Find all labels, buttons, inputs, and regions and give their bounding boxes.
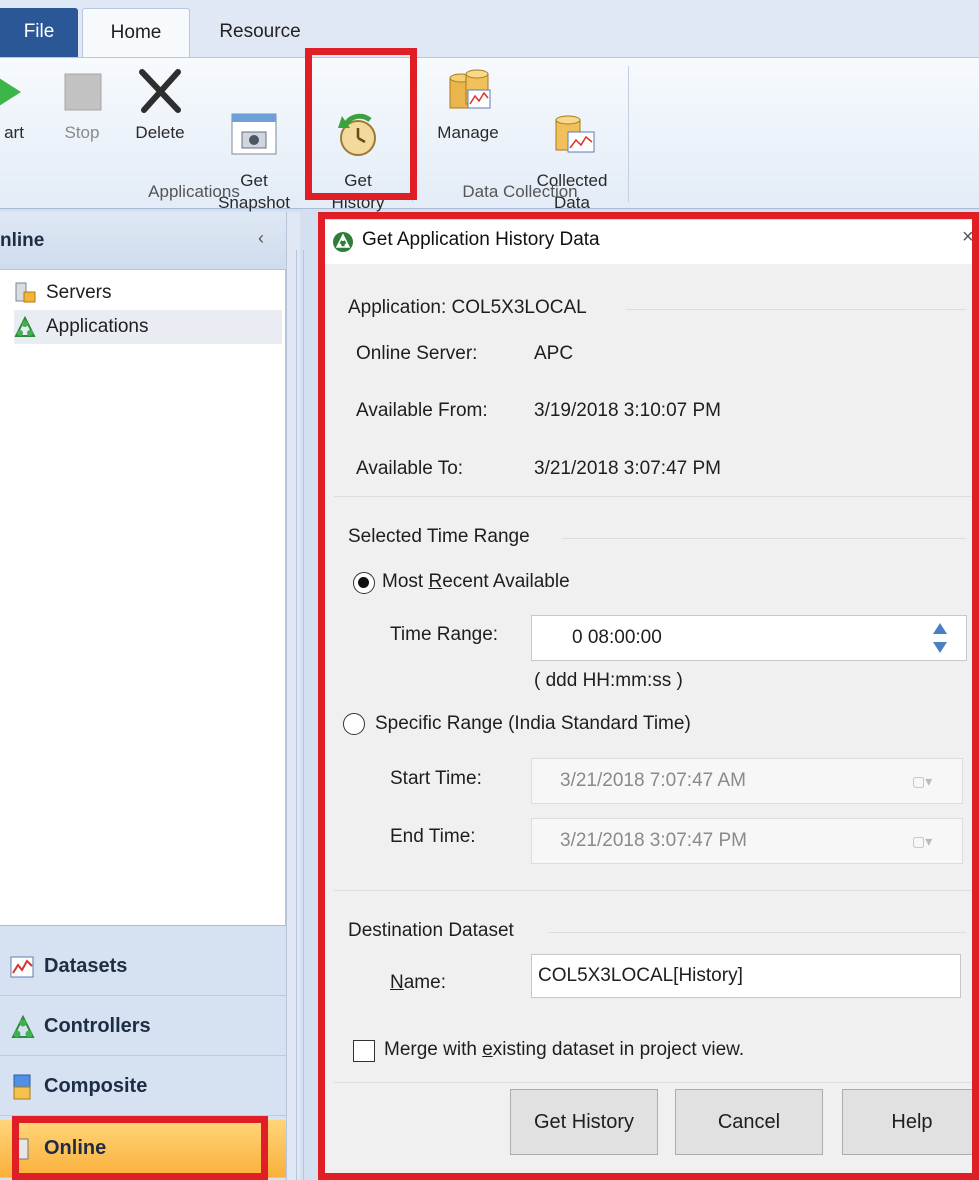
composite-icon: [10, 1073, 36, 1101]
tab-resource[interactable]: Resource: [200, 8, 320, 58]
group-divider: [562, 538, 966, 539]
applications-icon: [14, 315, 36, 338]
time-range-spinner[interactable]: [928, 620, 952, 656]
most-recent-accel: R: [428, 571, 443, 592]
available-to-label: Available To:: [356, 458, 464, 479]
start-button[interactable]: art: [0, 64, 34, 144]
dialog-title: Get Application History Data: [362, 229, 600, 250]
delete-button[interactable]: Delete: [122, 64, 198, 144]
tab-file[interactable]: File: [0, 8, 78, 58]
delete-x-icon: [134, 64, 186, 116]
merge-text: Merge with: [384, 1039, 483, 1060]
start-button-label: art: [4, 123, 24, 142]
start-time-picker[interactable]: 3/21/2018 7:07:47 AM: [531, 758, 963, 804]
most-recent-label[interactable]: Most Recent Available: [382, 571, 570, 593]
tree-item-applications[interactable]: Applications: [14, 310, 282, 344]
time-range-label: Time Range:: [390, 624, 499, 645]
group-divider: [548, 932, 966, 933]
ribbon-panel: art Stop Delete Get Snapshot Get History…: [0, 57, 979, 212]
nav-button-controllers-label: Controllers: [44, 1015, 151, 1037]
most-recent-text: Most: [382, 571, 429, 592]
nav-pane-title: nline: [0, 230, 45, 251]
group-separator: [628, 66, 629, 202]
destination-dataset-heading: Destination Dataset: [348, 920, 514, 941]
name-label: Name:: [390, 972, 446, 994]
merge-accel: e: [482, 1039, 493, 1060]
section-divider: [334, 496, 979, 497]
stop-button-label: Stop: [64, 123, 100, 142]
nav-button-controllers[interactable]: Controllers: [0, 998, 286, 1056]
time-range-input[interactable]: 0 08:00:00: [531, 615, 967, 661]
collected-data-icon: [546, 86, 598, 153]
manage-button[interactable]: Manage: [426, 64, 510, 144]
stop-button[interactable]: Stop: [52, 64, 112, 144]
nav-button-composite-label: Composite: [44, 1075, 148, 1097]
nav-button-datasets-label: Datasets: [44, 955, 128, 977]
tree-item-servers-label: Servers: [46, 282, 112, 303]
cancel-button[interactable]: Cancel: [675, 1089, 823, 1155]
selected-time-range-heading: Selected Time Range: [348, 526, 530, 547]
online-server-value: APC: [534, 343, 574, 364]
section-divider: [334, 890, 979, 891]
dialog-close-button[interactable]: ×: [962, 226, 974, 249]
pane-border: [296, 250, 304, 1180]
specific-range-label[interactable]: Specific Range (India Standard Time): [375, 713, 691, 735]
tree-item-applications-label: Applications: [46, 316, 149, 337]
merge-checkbox[interactable]: [353, 1040, 375, 1062]
datasets-icon: [10, 953, 36, 981]
controllers-icon: [10, 1013, 36, 1041]
group-label-applications: Applications: [148, 182, 240, 201]
stop-icon: [56, 64, 108, 116]
specific-range-radio[interactable]: [343, 713, 365, 735]
section-divider: [334, 1082, 979, 1083]
end-time-picker[interactable]: 3/21/2018 3:07:47 PM: [531, 818, 963, 864]
available-to-value: 3/21/2018 3:07:47 PM: [534, 458, 721, 479]
name-label-text: ame:: [403, 972, 446, 993]
online-icon: [10, 1135, 36, 1163]
merge-text: xisting dataset in project view.: [492, 1039, 745, 1060]
get-snapshot-button[interactable]: Get Snapshot: [208, 64, 300, 236]
help-button[interactable]: Help: [842, 1089, 979, 1155]
nav-tree: Servers Applications: [0, 270, 286, 925]
delete-button-label: Delete: [135, 123, 185, 142]
manage-button-label: Manage: [437, 123, 499, 142]
most-recent-text: ecent Available: [442, 571, 570, 592]
calendar-dropdown-icon[interactable]: ▢▾: [912, 830, 940, 852]
group-label-data-collection: Data Collection: [462, 182, 578, 201]
nav-button-stack: Datasets Controllers Composite Online: [0, 925, 286, 1180]
application-heading: Application: COL5X3LOCAL: [348, 297, 587, 318]
collected-data-button[interactable]: Collected Data: [524, 64, 620, 236]
get-history-dialog-button[interactable]: Get History: [510, 1089, 658, 1155]
play-icon: [0, 64, 29, 116]
online-server-label: Online Server:: [356, 343, 478, 364]
collapse-pane-button[interactable]: ‹: [258, 228, 264, 249]
tree-item-servers[interactable]: Servers: [14, 276, 111, 310]
get-history-button[interactable]: Get History: [322, 64, 394, 236]
group-separator: [412, 66, 413, 202]
dataset-name-input[interactable]: COL5X3LOCAL[History]: [531, 954, 961, 998]
servers-icon: [14, 282, 36, 304]
nav-button-datasets[interactable]: Datasets: [0, 938, 286, 996]
end-time-label: End Time:: [390, 826, 476, 847]
history-icon: [332, 86, 384, 156]
available-from-value: 3/19/2018 3:10:07 PM: [534, 400, 721, 421]
time-range-format-hint: ( ddd HH:mm:ss ): [534, 670, 683, 691]
manage-database-icon: [442, 64, 494, 116]
snapshot-camera-icon: [228, 86, 280, 155]
tab-home[interactable]: Home: [82, 8, 190, 58]
get-history-button-label: Get History: [331, 171, 385, 212]
nav-button-online[interactable]: Online: [0, 1120, 286, 1178]
available-from-label: Available From:: [356, 400, 488, 421]
nav-button-composite[interactable]: Composite: [0, 1058, 286, 1116]
nav-button-online-label: Online: [44, 1137, 107, 1159]
name-label-accel: N: [390, 972, 404, 993]
start-time-label: Start Time:: [390, 768, 482, 789]
dialog-app-icon: [332, 231, 354, 253]
group-divider: [626, 309, 966, 310]
merge-label[interactable]: Merge with existing dataset in project v…: [384, 1039, 744, 1061]
most-recent-radio[interactable]: [353, 572, 375, 594]
calendar-dropdown-icon[interactable]: ▢▾: [912, 770, 940, 792]
